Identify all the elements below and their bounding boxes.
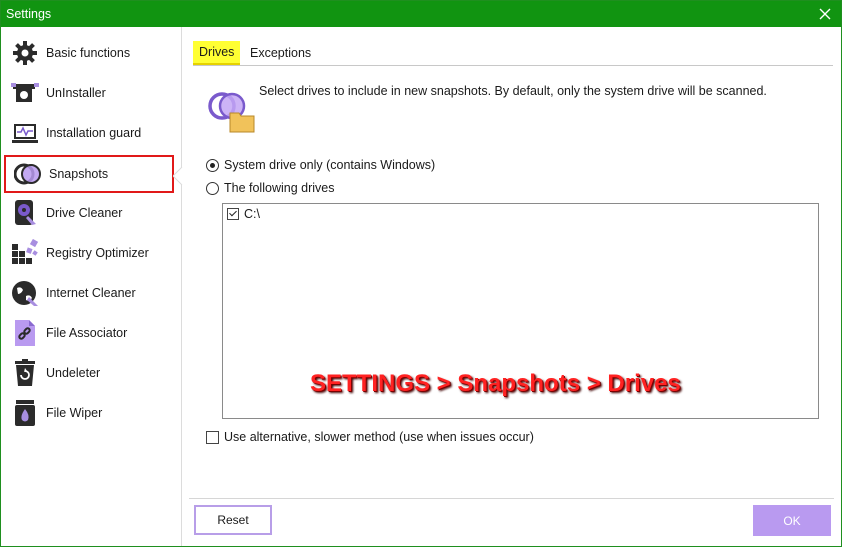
gear-icon: [10, 38, 40, 68]
radio-following-drives[interactable]: The following drives: [206, 181, 334, 195]
radio-system-drive[interactable]: System drive only (contains Windows): [206, 158, 435, 172]
sidebar-item-snapshots[interactable]: Snapshots: [4, 155, 174, 193]
sidebar-item-label: Installation guard: [46, 126, 142, 140]
undeleter-icon: [10, 358, 40, 388]
sidebar-item-label: Basic functions: [46, 46, 131, 60]
sidebar-item-uninstaller[interactable]: UnInstaller: [3, 75, 171, 111]
settings-content: Drives Exceptions Select drives to inclu…: [182, 27, 841, 546]
sidebar-item-basic-functions[interactable]: Basic functions: [3, 35, 171, 71]
sidebar-item-label: Snapshots: [49, 167, 109, 181]
sidebar-item-label: File Associator: [46, 326, 128, 340]
sidebar-item-internet-cleaner[interactable]: Internet Cleaner: [3, 275, 171, 311]
tab-bar: Drives Exceptions: [193, 41, 833, 66]
alternative-method-option[interactable]: Use alternative, slower method (use when…: [206, 430, 534, 444]
drive-item-c[interactable]: C:\: [227, 207, 260, 221]
radio-label: The following drives: [224, 181, 335, 195]
registry-optimizer-icon: [10, 238, 40, 268]
file-associator-icon: [10, 318, 40, 348]
drive-label: C:\: [244, 207, 260, 221]
uninstaller-icon: [10, 78, 40, 108]
settings-window: Settings Basic functions UnInstaller Ins…: [0, 0, 842, 547]
checkbox[interactable]: [206, 430, 219, 444]
sidebar-item-drive-cleaner[interactable]: Drive Cleaner: [3, 195, 171, 231]
installation-guard-icon: [10, 118, 40, 148]
radio-button[interactable]: [206, 158, 219, 172]
sidebar-item-undeleter[interactable]: Undeleter: [3, 355, 171, 391]
sidebar-item-label: Registry Optimizer: [46, 246, 149, 260]
radio-button[interactable]: [206, 181, 219, 195]
sidebar-item-installation-guard[interactable]: Installation guard: [3, 115, 171, 151]
sidebar-item-file-associator[interactable]: File Associator: [3, 315, 171, 351]
tab-exceptions[interactable]: Exceptions: [244, 41, 317, 65]
sidebar-item-label: Internet Cleaner: [46, 286, 136, 300]
drive-cleaner-icon: [10, 198, 40, 228]
window-title: Settings: [6, 7, 52, 21]
overlay-caption: SETTINGS > Snapshots > Drives: [310, 370, 681, 397]
sidebar-item-label: Drive Cleaner: [46, 206, 123, 220]
tab-label: Exceptions: [250, 46, 312, 60]
snapshots-drive-icon: [208, 92, 255, 133]
snapshots-icon: [13, 159, 43, 189]
close-icon: [819, 8, 831, 20]
sidebar-item-label: Undeleter: [46, 366, 101, 380]
reset-button[interactable]: Reset: [194, 505, 272, 535]
sidebar-item-label: UnInstaller: [46, 86, 106, 100]
tab-label: Drives: [199, 45, 235, 59]
sidebar: Basic functions UnInstaller Installation…: [1, 27, 182, 546]
title-bar: Settings: [1, 1, 841, 27]
drives-intro-text: Select drives to include in new snapshot…: [259, 84, 767, 98]
checkbox[interactable]: [227, 208, 239, 220]
close-button[interactable]: [809, 1, 841, 27]
file-wiper-icon: [10, 398, 40, 428]
internet-cleaner-icon: [10, 278, 40, 308]
footer-divider: [189, 498, 834, 499]
sidebar-item-registry-optimizer[interactable]: Registry Optimizer: [3, 235, 171, 271]
sidebar-item-file-wiper[interactable]: File Wiper: [3, 395, 171, 431]
checkbox-label: Use alternative, slower method (use when…: [224, 430, 534, 444]
sidebar-item-label: File Wiper: [46, 406, 103, 420]
ok-button[interactable]: OK: [753, 505, 831, 536]
radio-label: System drive only (contains Windows): [224, 158, 436, 172]
tab-drives[interactable]: Drives: [193, 41, 241, 65]
